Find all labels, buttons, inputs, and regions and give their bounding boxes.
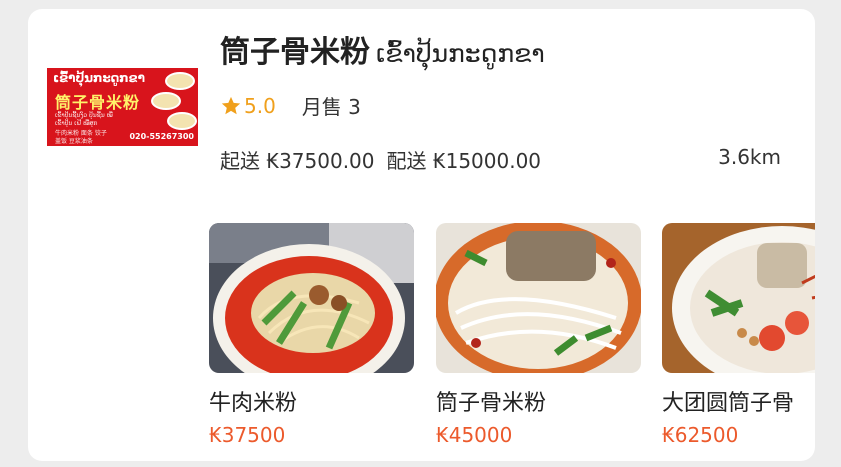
shop-name-cn: 筒子骨米粉 <box>220 35 370 70</box>
dish-price: ₭62500 <box>662 423 739 447</box>
logo-bowl-image <box>167 112 197 130</box>
dish-name: 筒子骨米粉 <box>436 391 547 416</box>
rating-score: 5.0 <box>244 93 276 118</box>
dish-photo[interactable] <box>662 223 815 373</box>
dish-card[interactable]: 筒子骨米粉 ₭45000 <box>436 223 641 447</box>
dish-name: 牛肉米粉 <box>209 391 298 416</box>
logo-cn-title: 筒子骨米粉 <box>55 93 141 112</box>
star-icon <box>221 96 241 114</box>
logo-phone: 020-55267300 <box>129 132 194 141</box>
logo-line-1: ເຂົ້າປຸ້ນຊີ້ນງົວ ປຸ້ນຊີ້ນ ໝີ່ <box>55 112 113 119</box>
dish-card[interactable]: 牛肉米粉 ₭37500 <box>209 223 414 447</box>
distance: 3.6km <box>718 145 781 169</box>
logo-line-4: 盖饭 豆浆油条 <box>55 138 93 145</box>
fee-row: 起送 ₭37500.00 配送 ₭15000.00 <box>220 145 541 174</box>
delivery-fee: 配送 ₭15000.00 <box>386 149 542 173</box>
dish-card[interactable]: 大团圆筒子骨 ₭62500 <box>662 223 815 447</box>
shop-card[interactable]: ເຂົ້າປຸ້ນກະດູກຂາ 筒子骨米粉 ເຂົ້າປຸ້ນຊີ້ນງົວ … <box>28 9 815 461</box>
dish-price: ₭37500 <box>209 423 286 447</box>
logo-lao-title: ເຂົ້າປຸ້ນກະດູກຂາ <box>53 71 145 85</box>
dish-photo[interactable] <box>436 223 641 373</box>
rating-row: 5.0 月售 3 <box>220 91 361 120</box>
shop-name-lao: ເຂົ້າປຸ້ນກະດູກຂາ <box>376 39 545 68</box>
logo-bowl-image <box>165 72 195 90</box>
dish-price: ₭45000 <box>436 423 513 447</box>
logo-bowl-image <box>151 92 181 110</box>
dish-name: 大团圆筒子骨 <box>662 391 795 416</box>
shop-logo: ເຂົ້າປຸ້ນກະດູກຂາ 筒子骨米粉 ເຂົ້າປຸ້ນຊີ້ນງົວ … <box>47 68 198 146</box>
monthly-sales: 月售 3 <box>301 95 361 119</box>
logo-line-2: ເຂົ້າປຸ້ນ ເຝີ ໝີ່ສຸກ <box>55 120 98 127</box>
min-order: 起送 ₭37500.00 <box>220 149 375 173</box>
shop-name[interactable]: 筒子骨米粉 ເຂົ້າປຸ້ນກະດູກຂາ <box>220 27 545 71</box>
dish-photo[interactable] <box>209 223 414 373</box>
